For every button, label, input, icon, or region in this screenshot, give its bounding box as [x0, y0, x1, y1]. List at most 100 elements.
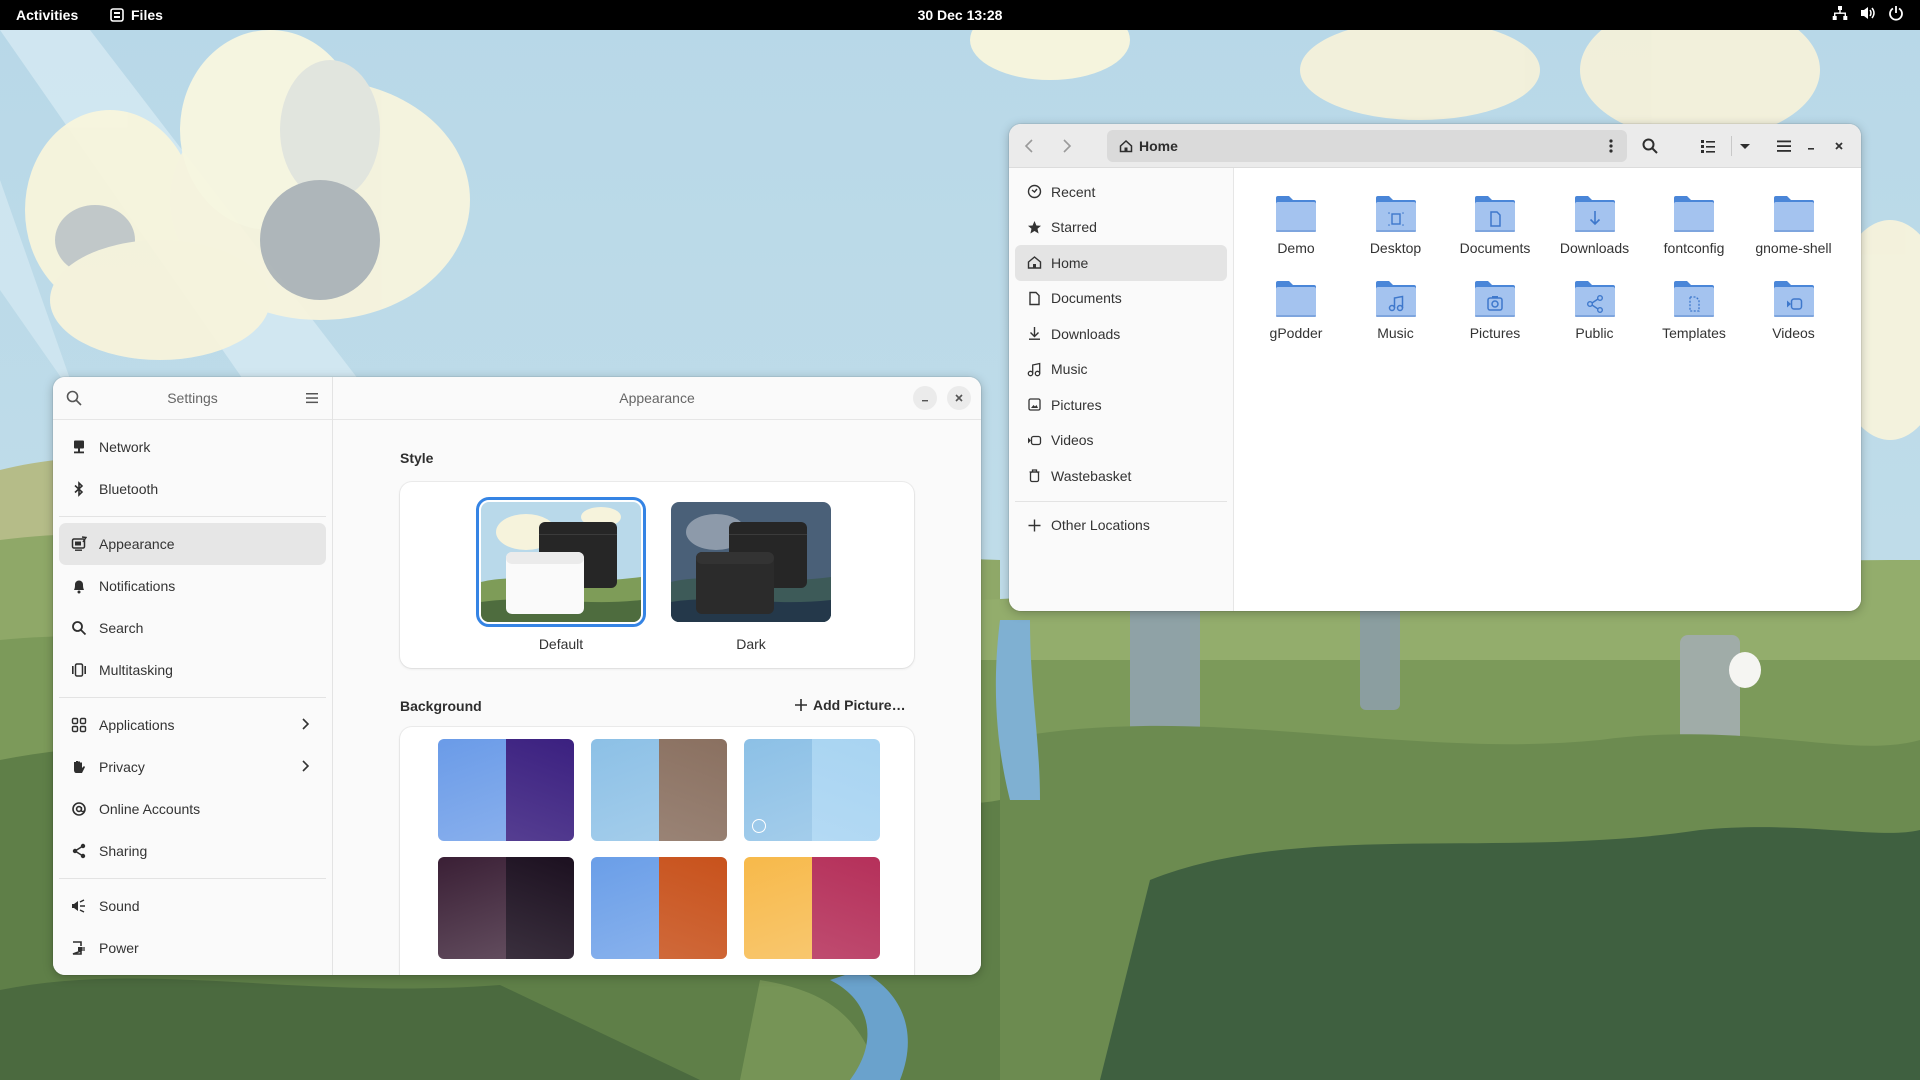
folder-templates[interactable]: Templates — [1646, 277, 1742, 341]
places-item-pictures[interactable]: Pictures — [1015, 387, 1227, 423]
clock-button[interactable]: 30 Dec 13:28 — [918, 7, 1003, 23]
sidebar-item-label: Multitasking — [99, 662, 173, 678]
minimize-button[interactable] — [1799, 134, 1823, 158]
background-thumb-blobs[interactable] — [438, 739, 574, 841]
sidebar-item-label: Search — [99, 620, 144, 636]
chevron-left-icon — [1024, 139, 1033, 153]
style-option-dark[interactable]: Dark — [671, 502, 831, 652]
places-sidebar: Recent Starred Home Documents Downloads … — [1009, 168, 1234, 611]
minimize-button[interactable] — [913, 386, 937, 410]
folder-fontconfig[interactable]: fontconfig — [1646, 192, 1742, 256]
places-item-documents[interactable]: Documents — [1015, 281, 1227, 317]
folder-name: Public — [1575, 325, 1614, 341]
settings-title: Settings — [167, 390, 218, 406]
folder-videos[interactable]: Videos — [1746, 277, 1842, 341]
folder-gnome-shell[interactable]: gnome-shell — [1746, 192, 1842, 256]
sidebar-item-privacy[interactable]: Privacy — [59, 746, 326, 788]
view-list-button[interactable] — [1699, 137, 1717, 155]
places-item-music[interactable]: Music — [1015, 352, 1227, 388]
background-light-variant — [744, 857, 812, 959]
style-option-default[interactable]: Default — [476, 497, 646, 652]
places-item-label: Other Locations — [1051, 517, 1150, 534]
sidebar-item-label: Sharing — [99, 843, 148, 859]
places-item-videos[interactable]: Videos — [1015, 423, 1227, 459]
style-default-preview — [476, 497, 646, 627]
close-button[interactable] — [1827, 134, 1851, 158]
folder-desktop[interactable]: Desktop — [1348, 192, 1444, 256]
app-menu-label: Files — [131, 7, 163, 23]
files-app-icon — [110, 8, 124, 22]
document-icon — [1029, 291, 1040, 305]
folder-name: Demo — [1277, 240, 1315, 256]
folder-name: Videos — [1772, 325, 1815, 341]
sidebar-item-multitasking[interactable]: Multitasking — [59, 649, 326, 691]
more-options-icon[interactable] — [1603, 138, 1619, 154]
places-item-starred[interactable]: Starred — [1015, 210, 1227, 246]
bell-icon — [74, 580, 84, 594]
sidebar-item-search[interactable]: Search — [59, 607, 326, 649]
folder-grid: Demo Desktop Documents Downloads fontcon… — [1234, 168, 1861, 611]
search-icon[interactable] — [65, 389, 83, 407]
places-item-label: Pictures — [1051, 396, 1102, 413]
folder-documents[interactable]: Documents — [1447, 192, 1543, 256]
sidebar-item-appearance[interactable]: Appearance — [59, 523, 326, 565]
folder-pictures[interactable]: Pictures — [1447, 277, 1543, 341]
search-button[interactable] — [1641, 137, 1659, 155]
folder-name: fontconfig — [1663, 240, 1725, 256]
chevron-right-icon — [302, 718, 310, 730]
folder-gpodder[interactable]: gPodder — [1248, 277, 1344, 341]
path-home[interactable]: Home — [1139, 138, 1178, 154]
home-icon — [1027, 256, 1042, 269]
folder-icon — [1475, 196, 1515, 232]
background-thumb-landscape-beige[interactable] — [591, 739, 727, 841]
sidebar-item-power[interactable]: Power — [59, 927, 326, 969]
at-sign-icon — [72, 802, 86, 816]
settings-panel-list: Network Bluetooth Appearance Notificatio… — [53, 420, 332, 975]
hand-icon — [74, 761, 85, 773]
appearance-panel: Appearance Style Default Dark Background… — [333, 377, 981, 975]
view-options-dropdown[interactable] — [1736, 137, 1754, 155]
add-picture-button[interactable]: Add Picture… — [794, 697, 906, 713]
background-dark-variant — [506, 739, 574, 841]
close-button[interactable] — [947, 386, 971, 410]
system-tray[interactable] — [1832, 5, 1904, 21]
style-dark-preview — [671, 502, 831, 622]
dark-style-preview-image — [671, 502, 831, 622]
sidebar-item-notifications[interactable]: Notifications — [59, 565, 326, 607]
sidebar-item-online-accounts[interactable]: Online Accounts — [59, 788, 326, 830]
sidebar-item-applications[interactable]: Applications — [59, 704, 326, 746]
hamburger-menu-icon — [1777, 140, 1791, 152]
search-icon — [1642, 138, 1658, 154]
places-item-downloads[interactable]: Downloads — [1015, 316, 1227, 352]
folder-icon — [1574, 281, 1615, 317]
places-separator — [1015, 500, 1227, 502]
sidebar-item-sharing[interactable]: Sharing — [59, 830, 326, 872]
places-item-wastebasket[interactable]: Wastebasket — [1015, 458, 1227, 494]
background-thumb-landscape-blue[interactable] — [744, 739, 880, 841]
folder-music[interactable]: Music — [1348, 277, 1444, 341]
path-bar[interactable]: Home — [1107, 130, 1627, 162]
plus-icon — [1028, 519, 1041, 532]
folder-name: Pictures — [1469, 325, 1521, 341]
places-item-recent[interactable]: Recent — [1015, 174, 1227, 210]
hamburger-menu-icon[interactable] — [304, 390, 320, 406]
folder-icon — [1574, 196, 1615, 232]
sidebar-item-network[interactable]: Network — [59, 426, 326, 468]
sidebar-item-sound[interactable]: Sound — [59, 885, 326, 927]
places-item-home[interactable]: Home — [1015, 245, 1227, 281]
forward-button[interactable] — [1057, 137, 1075, 155]
background-thumb-drool[interactable] — [591, 857, 727, 959]
folder-public[interactable]: Public — [1547, 277, 1643, 341]
minimize-icon — [922, 400, 928, 402]
folder-demo[interactable]: Demo — [1248, 192, 1344, 256]
background-thumb-sunset-gradient[interactable] — [744, 857, 880, 959]
places-item-other-locations[interactable]: Other Locations — [1015, 508, 1227, 544]
main-menu-button[interactable] — [1775, 137, 1793, 155]
activities-button[interactable]: Activities — [16, 7, 78, 23]
app-menu-button[interactable]: Files — [110, 7, 163, 23]
sidebar-item-bluetooth[interactable]: Bluetooth — [59, 468, 326, 510]
back-button[interactable] — [1021, 137, 1039, 155]
folder-downloads[interactable]: Downloads — [1547, 192, 1643, 256]
caret-down-icon — [1740, 144, 1750, 149]
background-thumb-strata[interactable] — [438, 857, 574, 959]
